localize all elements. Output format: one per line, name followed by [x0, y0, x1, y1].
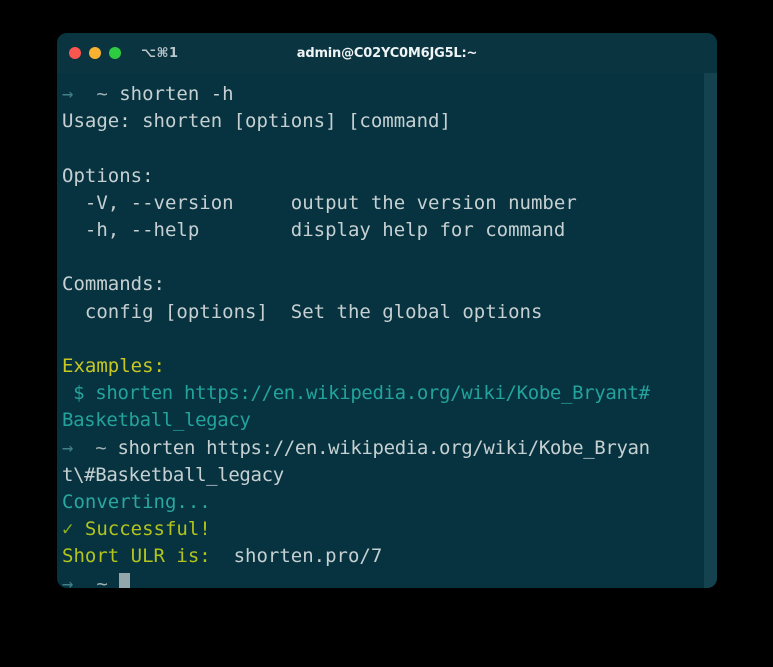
terminal-text-option-version-0: -V, --version output the version number — [62, 191, 577, 214]
terminal-line-options-header: Options: — [62, 163, 701, 190]
text-cursor — [119, 572, 131, 588]
terminal-text-prompt-final-1 — [73, 573, 96, 588]
terminal-text-option-help-0: -h, --help display help for command — [62, 219, 566, 242]
terminal-text-example-command-wrap-0: Basketball_legacy — [62, 409, 251, 432]
terminal-line-blank-2 — [62, 244, 701, 271]
terminal-body[interactable]: → ~ shorten -h Usage: shorten [options] [… — [57, 73, 717, 588]
terminal-text-blank-1-0 — [62, 137, 73, 159]
terminal-text-status-successful-1: Successful! — [73, 518, 211, 541]
minimize-button[interactable] — [89, 47, 101, 59]
traffic-light-group — [69, 47, 121, 59]
terminal-text-prompt-shorten-0: → — [62, 436, 74, 459]
terminal-line-blank-3 — [62, 326, 701, 353]
terminal-line-status-successful: ✓ Successful! — [62, 516, 701, 543]
terminal-line-short-url-result: Short ULR is: shorten.pro/7 — [62, 543, 701, 570]
terminal-text-command-config-0: config [options] Set the global options — [62, 300, 543, 323]
terminal-line-blank-1 — [62, 135, 701, 162]
terminal-text-examples-header-0: Examples: — [62, 355, 165, 378]
terminal-line-examples-header: Examples: — [62, 353, 701, 380]
terminal-text-prompt-final-0: → — [62, 572, 74, 588]
terminal-line-prompt-help: → ~ shorten -h — [62, 81, 701, 108]
terminal-line-option-help: -h, --help display help for command — [62, 217, 701, 244]
terminal-text-prompt-shorten-1 — [73, 437, 95, 459]
terminal-line-status-converting: Converting... — [62, 489, 701, 516]
terminal-text-commands-header-0: Commands: — [62, 273, 165, 296]
terminal-window[interactable]: ⌥⌘1 admin@C02YC0M6JG5L:~ → ~ shorten -h U… — [57, 33, 717, 588]
terminal-text-prompt-help-1 — [73, 83, 96, 105]
terminal-text-prompt-help-3: shorten -h — [107, 83, 234, 105]
close-button[interactable] — [69, 47, 81, 59]
terminal-text-prompt-help-0: → — [62, 83, 74, 105]
terminal-text-prompt-final-3 — [108, 573, 119, 588]
terminal-line-prompt-final: → ~ — [62, 571, 701, 588]
terminal-text-status-successful-0: ✓ — [62, 518, 74, 541]
tab-shortcut-label: ⌥⌘1 — [141, 45, 179, 61]
terminal-text-prompt-shorten-2: ~ — [95, 436, 107, 459]
terminal-line-option-version: -V, --version output the version number — [62, 190, 701, 217]
vertical-scrollbar[interactable] — [704, 73, 717, 588]
terminal-text-status-converting-0: Converting... — [62, 491, 211, 514]
window-title-bar[interactable]: ⌥⌘1 admin@C02YC0M6JG5L:~ — [57, 33, 717, 73]
terminal-text-blank-2-0 — [62, 246, 73, 268]
terminal-text-blank-3-0 — [62, 328, 73, 350]
terminal-line-prompt-shorten: → ~ shorten https://en.wikipedia.org/wik… — [62, 435, 701, 462]
terminal-text-prompt-help-2: ~ — [96, 83, 108, 105]
terminal-text-prompt-shorten-wrap-0: t\#Basketball_legacy — [62, 463, 284, 486]
terminal-text-prompt-final-2: ~ — [96, 572, 108, 588]
terminal-line-commands-header: Commands: — [62, 271, 701, 298]
terminal-text-usage-0: Usage: shorten [options] [command] — [62, 110, 451, 133]
terminal-text-prompt-shorten-3: shorten https://en.wikipedia.org/wiki/Ko… — [106, 436, 650, 459]
terminal-text-short-url-result-0: Short ULR is: — [62, 545, 211, 568]
terminal-line-example-command-wrap: Basketball_legacy — [62, 407, 701, 434]
terminal-console: → ~ shorten -h Usage: shorten [options] [… — [57, 81, 717, 588]
maximize-button[interactable] — [109, 47, 121, 59]
terminal-line-command-config: config [options] Set the global options — [62, 299, 701, 326]
terminal-line-example-command: $ shorten https://en.wikipedia.org/wiki/… — [62, 380, 701, 407]
terminal-text-example-command-0: $ shorten https://en.wikipedia.org/wiki/… — [62, 382, 650, 405]
terminal-line-prompt-shorten-wrap: t\#Basketball_legacy — [62, 462, 701, 489]
terminal-line-usage: Usage: shorten [options] [command] — [62, 108, 701, 135]
terminal-text-options-header-0: Options: — [62, 164, 154, 187]
terminal-text-short-url-result-1: shorten.pro/7 — [210, 545, 383, 568]
